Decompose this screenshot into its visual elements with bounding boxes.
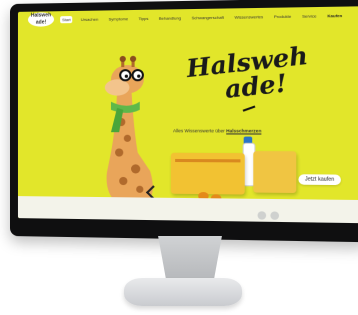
hero-subline: Alles Wissenswerte über Halsschmerzen <box>173 128 261 133</box>
subline-link[interactable]: Halsschmerzen <box>226 128 261 133</box>
nav-item-start[interactable]: Start <box>60 16 73 23</box>
nav-item-schwangerschaft[interactable]: Schwangerschaft <box>189 13 226 21</box>
floor-band <box>18 196 358 223</box>
monitor-stand <box>148 236 232 282</box>
nav-item-kaufen[interactable]: Kaufen <box>325 11 344 19</box>
nav-item-produkte[interactable]: Produkte <box>272 12 294 20</box>
subline-prefix: Alles Wissenswerte über <box>173 128 225 133</box>
carousel-dot[interactable] <box>258 211 267 219</box>
nav-item-behandlung[interactable]: Behandlung <box>157 14 183 22</box>
hero-headline: Halsweh ade! <box>185 42 318 105</box>
product-box-large <box>171 153 245 195</box>
nav-item-ursachen[interactable]: Ursachen <box>79 15 101 22</box>
decorative-stroke <box>243 105 256 111</box>
nav-item-tipps[interactable]: Tipps <box>136 14 150 21</box>
site-logo[interactable]: Halsweh ade! <box>28 12 54 26</box>
nav-item-symptome[interactable]: Symptome <box>106 15 130 22</box>
monitor-screen: Halsweh ade! Start Ursachen Symptome Tip… <box>18 6 358 223</box>
nav-item-wissenswertes[interactable]: Wissenswertes <box>232 13 265 21</box>
logo-line2: ade! <box>28 19 54 26</box>
site-navigation: Halsweh ade! Start Ursachen Symptome Tip… <box>18 6 358 28</box>
buy-now-button[interactable]: Jetzt kaufen <box>298 174 340 185</box>
nav-item-service[interactable]: Service <box>300 12 319 20</box>
carousel-dot[interactable] <box>270 211 279 219</box>
monitor-base <box>124 278 242 306</box>
scene: Halsweh ade! Start Ursachen Symptome Tip… <box>0 0 358 315</box>
monitor: Halsweh ade! Start Ursachen Symptome Tip… <box>10 0 358 242</box>
product-box-small <box>253 151 296 193</box>
